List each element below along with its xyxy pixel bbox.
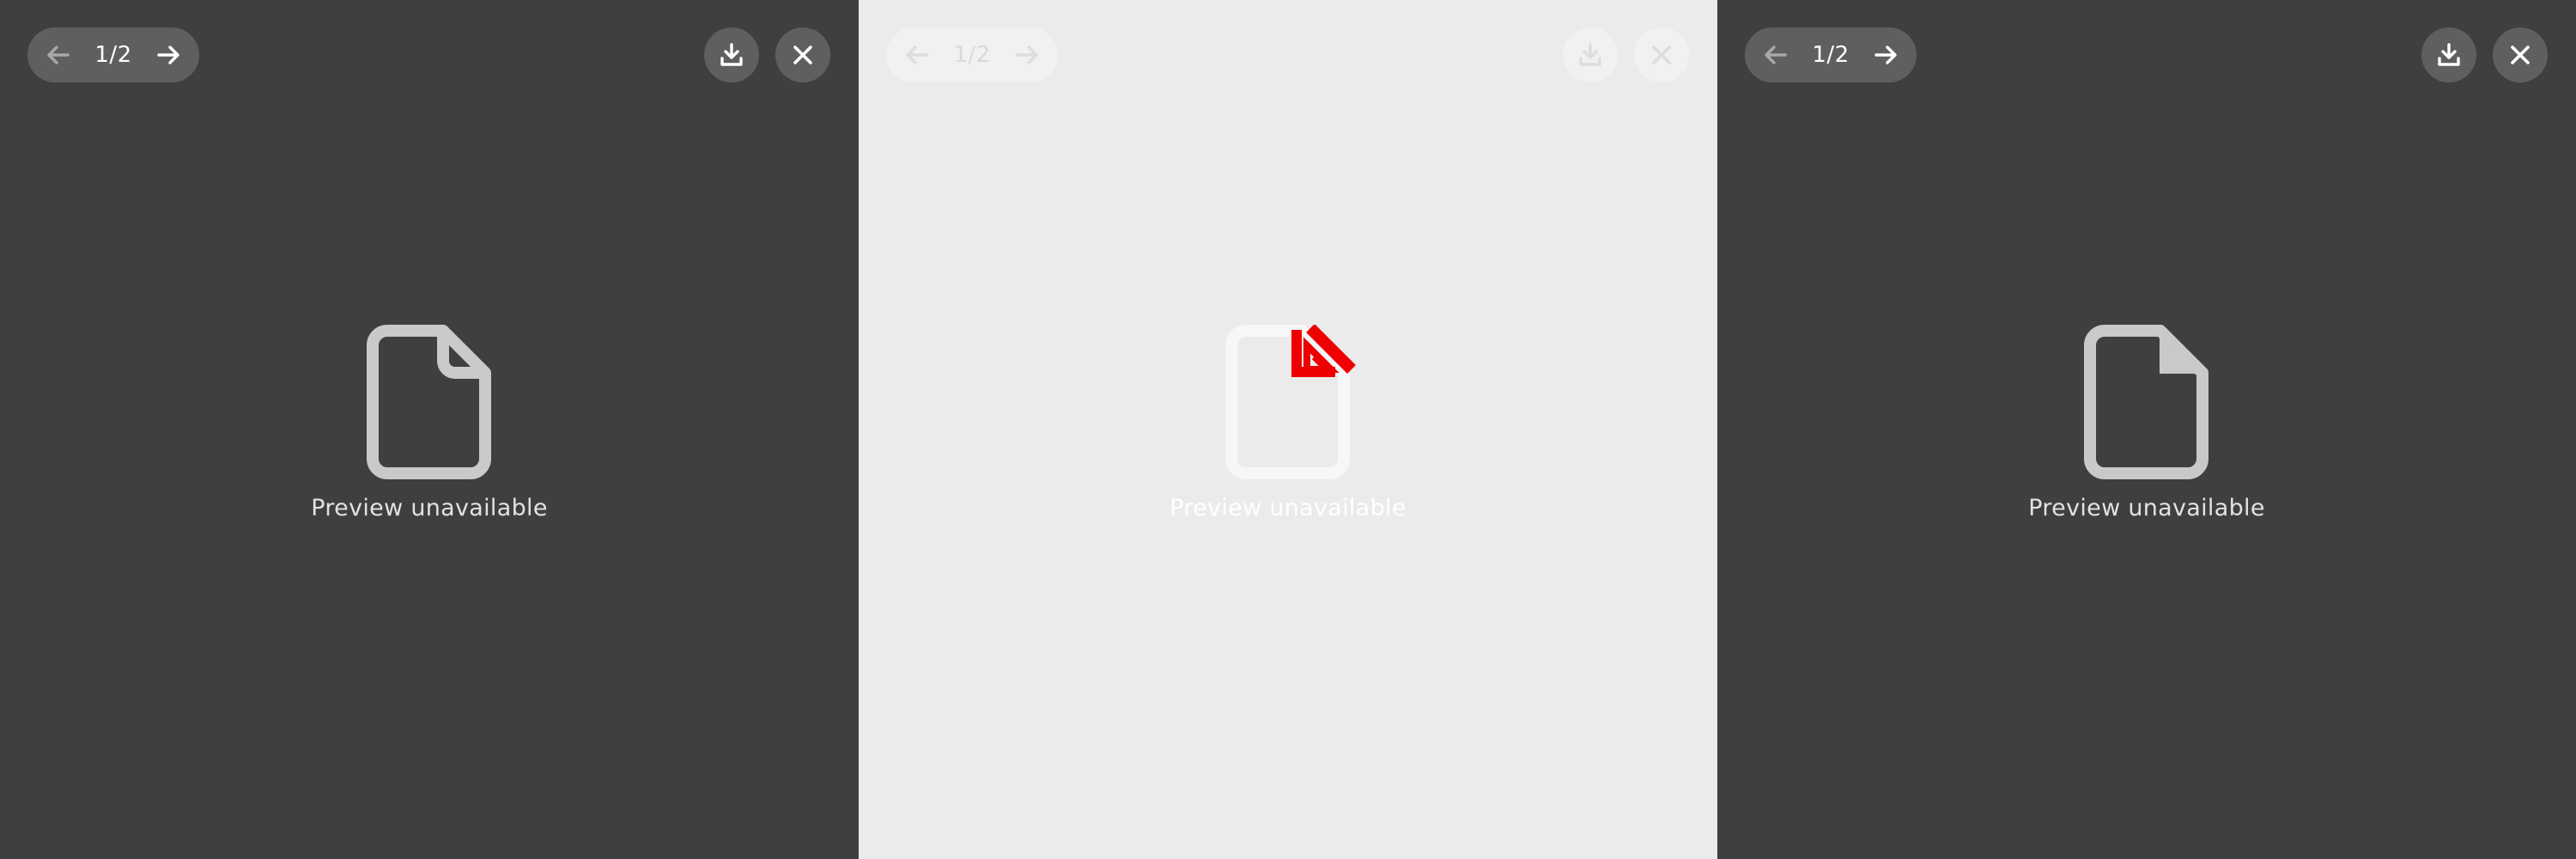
close-button[interactable] — [2493, 27, 2548, 82]
preview-unavailable-message: Preview unavailable — [1170, 495, 1406, 521]
viewer-comparison: 1/2 Preview unavailable 1/2 Preview unav… — [0, 0, 2576, 859]
download-button[interactable] — [2421, 27, 2476, 82]
page-navigation: 1/2 — [27, 27, 199, 82]
arrow-right-icon — [1874, 46, 1897, 64]
file-icon — [367, 325, 491, 479]
preview-unavailable-message: Preview unavailable — [311, 495, 548, 521]
file-icon — [2084, 325, 2208, 479]
arrow-right-icon — [157, 46, 179, 64]
acrobat-pdf-icon — [1291, 325, 1356, 377]
close-icon — [793, 46, 812, 64]
page-navigation: 1/2 — [886, 27, 1058, 82]
previous-page-button[interactable] — [41, 38, 76, 72]
arrow-left-icon — [906, 46, 928, 64]
next-page-button[interactable] — [1868, 38, 1903, 72]
previous-page-button[interactable] — [1759, 38, 1793, 72]
preview-placeholder: Preview unavailable — [1717, 325, 2576, 521]
close-button[interactable] — [775, 27, 830, 82]
page-counter: 1/2 — [953, 42, 991, 68]
close-icon — [1652, 46, 1671, 64]
file-viewer-light: 1/2 Preview unavailable — [859, 0, 1717, 859]
preview-placeholder: Preview unavailable — [0, 325, 859, 521]
download-icon — [720, 43, 743, 66]
arrow-right-icon — [1016, 46, 1038, 64]
close-icon — [2511, 46, 2530, 64]
download-button[interactable] — [1563, 27, 1618, 82]
download-button[interactable] — [704, 27, 759, 82]
page-navigation: 1/2 — [1745, 27, 1917, 82]
arrow-left-icon — [47, 46, 70, 64]
next-page-button[interactable] — [151, 38, 185, 72]
page-counter: 1/2 — [94, 42, 132, 68]
next-page-button[interactable] — [1010, 38, 1044, 72]
preview-unavailable-message: Preview unavailable — [2028, 495, 2265, 521]
file-viewer-dark-1: 1/2 Preview unavailable — [0, 0, 859, 859]
page-counter: 1/2 — [1812, 42, 1850, 68]
download-icon — [2438, 43, 2460, 66]
previous-page-button[interactable] — [900, 38, 934, 72]
file-viewer-dark-2: 1/2 Preview unavailable — [1717, 0, 2576, 859]
arrow-left-icon — [1765, 46, 1787, 64]
download-icon — [1579, 43, 1601, 66]
close-button[interactable] — [1634, 27, 1689, 82]
